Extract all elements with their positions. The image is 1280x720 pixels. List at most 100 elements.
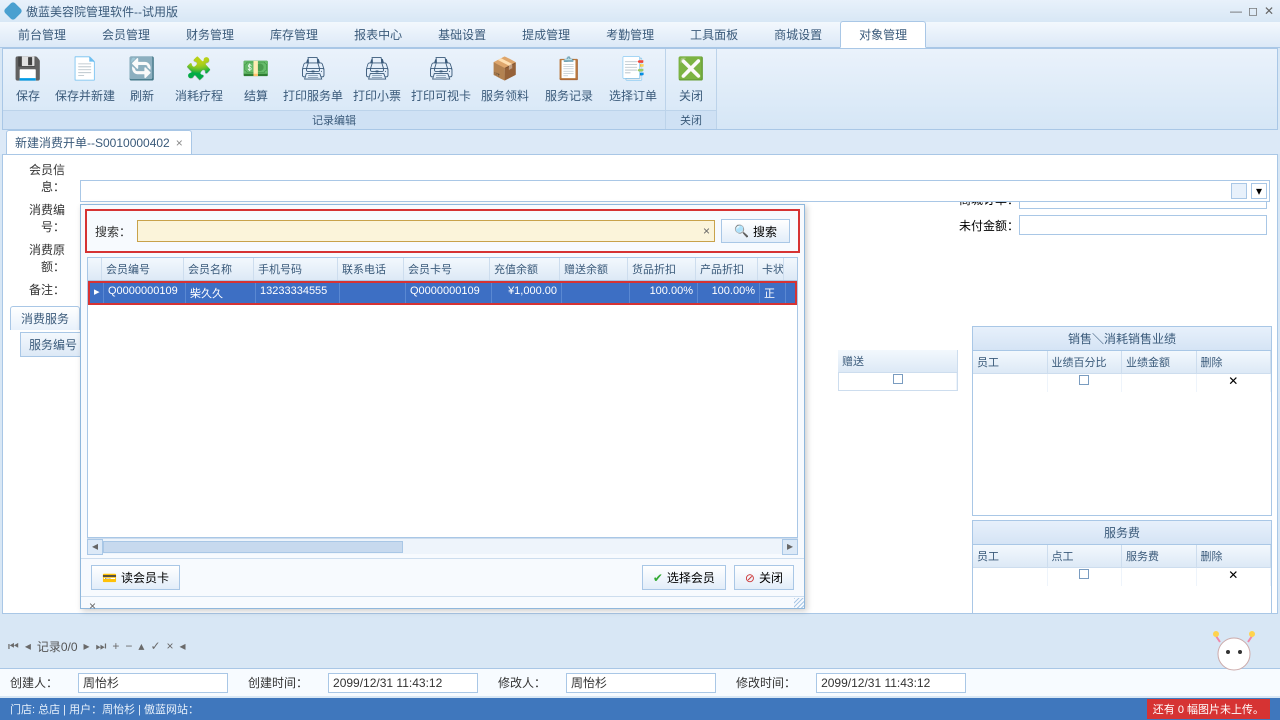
ribbon-btn-2[interactable]: 🔄刷新 xyxy=(117,49,167,110)
nav-edit-icon[interactable]: ▴ xyxy=(138,639,144,653)
modify-time-field: 2099/12/31 11:43:12 xyxy=(816,673,966,693)
ribbon-btn-8[interactable]: 📦服务领料 xyxy=(473,49,537,110)
menu-8[interactable]: 工具面板 xyxy=(672,22,756,47)
menu-2[interactable]: 财务管理 xyxy=(168,22,252,47)
member-info-field[interactable]: ▾ xyxy=(80,180,1270,202)
maximize-icon[interactable]: ◻ xyxy=(1248,4,1258,18)
member-grid[interactable]: 会员编号会员名称手机号码联系电话会员卡号充值余额赠送余额货品折扣产品折扣卡状 ▸… xyxy=(87,257,798,538)
ribbon-btn-4[interactable]: 💵结算 xyxy=(231,49,281,110)
clear-icon[interactable]: × xyxy=(703,224,710,238)
ribbon-btn-9[interactable]: 📋服务记录 xyxy=(537,49,601,110)
card-icon[interactable] xyxy=(1231,183,1247,199)
ribbon-icon: 🖨 xyxy=(362,55,392,83)
menu-10[interactable]: 对象管理 xyxy=(840,21,926,48)
ribbon-group-label: 记录编辑 xyxy=(3,110,665,129)
record-navigator: ⏮ ◂ 记录0/0 ▸ ⏭ + − ▴ ✓ × ◂ xyxy=(8,636,186,656)
ribbon-icon: 🔄 xyxy=(127,55,157,83)
read-card-button[interactable]: 💳 读会员卡 xyxy=(91,565,180,590)
col-header: 删除 xyxy=(1197,545,1272,567)
menu-0[interactable]: 前台管理 xyxy=(0,22,84,47)
label-consume-no: 消费编号： xyxy=(9,201,65,235)
nav-remove-icon[interactable]: − xyxy=(125,639,132,653)
nav-check-icon[interactable]: ✓ xyxy=(150,639,160,653)
col-header[interactable]: 充值余额 xyxy=(490,258,560,280)
ribbon-btn-3[interactable]: 🧩消耗疗程 xyxy=(167,49,231,110)
select-member-button[interactable]: ✔ 选择会员 xyxy=(642,565,726,590)
modifier-field: 周怡杉 xyxy=(566,673,716,693)
ribbon-btn-10[interactable]: 📑选择订单 xyxy=(601,49,665,110)
col-header: 业绩金额 xyxy=(1122,351,1197,373)
horizontal-scrollbar[interactable]: ◂ ▸ xyxy=(87,538,798,554)
menu-5[interactable]: 基础设置 xyxy=(420,22,504,47)
ribbon-btn-7[interactable]: 🖨打印可视卡 xyxy=(409,49,473,110)
nav-last-icon[interactable]: ⏭ xyxy=(96,639,107,654)
col-header[interactable]: 会员名称 xyxy=(184,258,254,280)
col-header[interactable]: 货品折扣 xyxy=(628,258,696,280)
nav-next-icon[interactable]: ▸ xyxy=(84,639,90,653)
unpaid-field[interactable] xyxy=(1019,215,1267,235)
col-header[interactable]: 产品折扣 xyxy=(696,258,758,280)
menu-9[interactable]: 商城设置 xyxy=(756,22,840,47)
popup-close-button[interactable]: ⊘ 关闭 xyxy=(734,565,794,590)
status-upload: 还有 0 幅图片未上传。 xyxy=(1147,699,1270,719)
panel-title: 服务费 xyxy=(973,521,1271,545)
scroll-thumb[interactable] xyxy=(103,541,403,553)
ribbon-btn-0[interactable]: 💾保存 xyxy=(3,49,53,110)
resize-grip-icon[interactable] xyxy=(794,598,804,608)
panel-sales-perf: 销售＼消耗销售业绩 员工业绩百分比业绩金额删除 ✕ xyxy=(972,326,1272,516)
ribbon-icon: 📦 xyxy=(490,55,520,83)
scroll-left-icon[interactable]: ◂ xyxy=(87,539,103,555)
checkbox-icon[interactable] xyxy=(1079,375,1089,385)
ribbon-icon: 💾 xyxy=(13,55,43,83)
col-header[interactable]: 会员卡号 xyxy=(404,258,490,280)
menu-6[interactable]: 提成管理 xyxy=(504,22,588,47)
nav-add-icon[interactable]: + xyxy=(112,639,119,653)
ribbon-close-button[interactable]: ❎关闭 xyxy=(666,49,716,110)
nav-first-icon[interactable]: ⏮ xyxy=(8,639,19,654)
ribbon: 💾保存📄保存并新建🔄刷新🧩消耗疗程💵结算🖨打印服务单🖨打印小票🖨打印可视卡📦服务… xyxy=(2,48,1278,130)
titlebar: 傲蓝美容院管理软件--试用版 — ◻ ✕ xyxy=(0,0,1280,22)
nav-cancel-icon[interactable]: × xyxy=(167,639,174,653)
col-header[interactable]: 卡状 xyxy=(758,258,784,280)
menu-4[interactable]: 报表中心 xyxy=(336,22,420,47)
col-header: 员工 xyxy=(973,545,1048,567)
close-icon[interactable]: ✕ xyxy=(1264,4,1274,18)
checkbox-icon[interactable] xyxy=(1079,569,1089,579)
create-time-field: 2099/12/31 11:43:12 xyxy=(328,673,478,693)
ribbon-btn-1[interactable]: 📄保存并新建 xyxy=(53,49,117,110)
ribbon-btn-5[interactable]: 🖨打印服务单 xyxy=(281,49,345,110)
popup-status: × xyxy=(81,596,804,615)
nav-more-icon[interactable]: ◂ xyxy=(180,639,186,653)
menu-1[interactable]: 会员管理 xyxy=(84,22,168,47)
label-consume-amt: 消费原额： xyxy=(9,241,65,275)
tab-close-icon[interactable]: × xyxy=(176,136,183,150)
col-header: 员工 xyxy=(973,351,1048,373)
scroll-right-icon[interactable]: ▸ xyxy=(782,539,798,555)
col-header[interactable]: 赠送余额 xyxy=(560,258,628,280)
ribbon-btn-6[interactable]: 🖨打印小票 xyxy=(345,49,409,110)
tab-consume-service[interactable]: 消费服务 xyxy=(10,306,80,330)
ribbon-icon: 🧩 xyxy=(184,55,214,83)
tab-consume-order[interactable]: 新建消费开单--S0010000402 × xyxy=(6,130,192,154)
search-button[interactable]: 🔍 搜索 xyxy=(721,219,790,243)
search-label: 搜索： xyxy=(95,223,131,240)
col-header: 业绩百分比 xyxy=(1048,351,1123,373)
menu-3[interactable]: 库存管理 xyxy=(252,22,336,47)
ribbon-icon: 🖨 xyxy=(298,55,328,83)
menu-7[interactable]: 考勤管理 xyxy=(588,22,672,47)
menubar: 前台管理会员管理财务管理库存管理报表中心基础设置提成管理考勤管理工具面板商城设置… xyxy=(0,22,1280,48)
ribbon-icon: 📑 xyxy=(618,55,648,83)
dropdown-icon[interactable]: ▾ xyxy=(1251,183,1267,199)
col-header: 服务费 xyxy=(1122,545,1197,567)
document-tabs: 新建消费开单--S0010000402 × xyxy=(0,130,1280,154)
minimize-icon[interactable]: — xyxy=(1230,4,1242,18)
checkbox-icon[interactable] xyxy=(893,374,903,384)
col-header[interactable]: 会员编号 xyxy=(102,258,184,280)
table-row[interactable]: ▸Q0000000109柴久久13233334555Q0000000109¥1,… xyxy=(88,281,797,305)
col-header[interactable]: 手机号码 xyxy=(254,258,338,280)
nav-prev-icon[interactable]: ◂ xyxy=(25,639,31,653)
col-header[interactable]: 联系电话 xyxy=(338,258,404,280)
panel-service-fee: 服务费 员工点工服务费删除 ✕ xyxy=(972,520,1272,614)
col-gift: 赠送 xyxy=(838,350,958,391)
search-input[interactable]: × xyxy=(137,220,715,242)
